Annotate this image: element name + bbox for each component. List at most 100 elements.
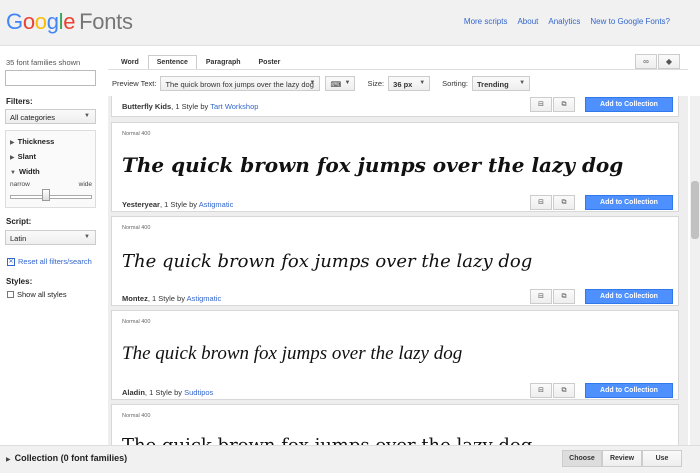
author-link[interactable]: Astigmatic xyxy=(187,294,222,303)
quick-use-icon[interactable]: ⊟ xyxy=(530,289,552,304)
review-button[interactable]: Review xyxy=(602,450,642,467)
collection-toggle[interactable]: ▶ Collection (0 font families) xyxy=(6,453,127,463)
preview-text-value: The quick brown fox jumps over the lazy … xyxy=(165,80,314,89)
link-more-scripts[interactable]: More scripts xyxy=(464,17,508,26)
pop-out-icon[interactable]: ⧉ xyxy=(553,195,575,210)
pop-out-icon[interactable]: ⧉ xyxy=(553,289,575,304)
tab-poster[interactable]: Poster xyxy=(250,55,290,70)
sorting-select[interactable]: Trending ▼ xyxy=(472,76,531,91)
link-analytics[interactable]: Analytics xyxy=(548,17,580,26)
link-new-to-google-fonts[interactable]: New to Google Fonts? xyxy=(590,17,670,26)
font-styles: , 1 Style by xyxy=(171,102,211,111)
tab-sentence[interactable]: Sentence xyxy=(147,55,197,70)
quick-use-icon[interactable]: ⊟ xyxy=(530,383,552,398)
preview-text-select[interactable]: The quick brown fox jumps over the lazy … xyxy=(160,76,321,91)
pop-out-icon[interactable]: ⧉ xyxy=(553,383,575,398)
tab-word[interactable]: Word xyxy=(112,55,148,70)
font-list: Butterfly Kids, 1 Style by Tart Workshop… xyxy=(108,96,688,445)
chevron-down-icon: ▼ xyxy=(84,234,90,240)
search-input[interactable] xyxy=(5,70,96,86)
quick-use-icon[interactable]: ⊟ xyxy=(530,195,552,210)
font-count: 35 font families shown xyxy=(6,58,81,67)
size-value: 36 px xyxy=(393,80,413,89)
pop-out-icon[interactable]: ⧉ xyxy=(553,97,575,112)
keyboard-button[interactable]: ⌨ ▼ xyxy=(325,76,356,91)
font-sample: The quick brown fox jumps over the lazy … xyxy=(122,435,532,445)
font-meta: Yesteryear, 1 Style by Astigmatic xyxy=(122,200,233,209)
preview-text-label: Preview Text: xyxy=(112,79,157,88)
font-card-aladin: Normal 400 The quick brown fox jumps ove… xyxy=(111,310,679,400)
tab-paragraph[interactable]: Paragraph xyxy=(197,55,250,70)
header: Google Fonts More scripts About Analytics… xyxy=(0,0,700,46)
add-to-collection-button[interactable]: Add to Collection xyxy=(585,97,673,112)
style-label: Normal 400 xyxy=(122,413,151,419)
font-card-montez: Normal 400 The quick brown fox jumps ove… xyxy=(111,216,679,306)
chevron-down-icon: ▼ xyxy=(519,80,526,86)
style-label: Normal 400 xyxy=(122,319,151,325)
font-name: Butterfly Kids xyxy=(122,102,172,111)
font-name: Aladin xyxy=(122,388,145,397)
triangle-right-icon: ▶ xyxy=(10,155,15,161)
add-to-collection-button[interactable]: Add to Collection xyxy=(585,289,673,304)
logo-letter: g xyxy=(46,9,59,34)
scrollbar[interactable] xyxy=(690,96,700,445)
font-card-butterfly-kids: Butterfly Kids, 1 Style by Tart Workshop… xyxy=(111,96,679,117)
filter-thickness-label: Thickness xyxy=(17,137,55,146)
collection-label: Collection (0 font families) xyxy=(14,453,128,463)
checkbox-icon xyxy=(7,291,14,298)
font-meta: Aladin, 1 Style by Sudtipos xyxy=(122,388,213,397)
quick-use-icon[interactable]: ⊟ xyxy=(530,97,552,112)
filter-thickness[interactable]: ▶ Thickness xyxy=(10,137,54,146)
author-link[interactable]: Sudtipos xyxy=(184,388,213,397)
logo-letter: o xyxy=(34,9,47,34)
logo-letter: o xyxy=(22,9,35,34)
font-sample: The quick brown fox jumps over the lazy … xyxy=(122,251,533,272)
script-select[interactable]: Latin ▼ xyxy=(5,230,96,245)
filter-box: ▶ Thickness ▶ Slant ▼ Width narrow wide xyxy=(5,130,96,208)
show-all-styles-checkbox[interactable]: Show all styles xyxy=(7,290,67,299)
font-card-yesteryear: Normal 400 The quick brown fox jumps ove… xyxy=(111,122,679,212)
style-label: Normal 400 xyxy=(122,225,151,231)
sorting-value: Trending xyxy=(477,80,509,89)
font-sample: The quick brown fox jumps over the lazy … xyxy=(122,153,624,177)
font-meta: Montez, 1 Style by Astigmatic xyxy=(122,294,221,303)
author-link[interactable]: Astigmatic xyxy=(199,200,234,209)
link-about[interactable]: About xyxy=(517,17,538,26)
add-to-collection-button[interactable]: Add to Collection xyxy=(585,195,673,210)
use-button[interactable]: Use xyxy=(642,450,682,467)
narrow-label: narrow xyxy=(10,181,30,188)
font-styles: , 1 Style by xyxy=(144,388,185,397)
reset-filters-link[interactable]: ✕ Reset all filters/search xyxy=(7,257,92,266)
toolbar-divider xyxy=(108,69,688,70)
close-icon: ✕ xyxy=(7,257,15,266)
font-name: Yesteryear xyxy=(122,200,160,209)
link-icon[interactable]: ∞ xyxy=(635,54,657,69)
width-slider-track[interactable] xyxy=(10,195,92,199)
collection-footer: ▶ Collection (0 font families) Choose Rev… xyxy=(0,445,700,473)
triangle-down-icon: ▼ xyxy=(10,170,16,176)
google-fonts-logo[interactable]: Google Fonts xyxy=(6,9,133,35)
styles-label: Styles: xyxy=(6,277,33,286)
chevron-down-icon: ▼ xyxy=(309,80,316,86)
triangle-right-icon: ▶ xyxy=(10,140,15,146)
width-slider-thumb[interactable] xyxy=(42,189,50,201)
filter-width[interactable]: ▼ Width xyxy=(10,167,40,176)
script-label: Script: xyxy=(6,217,32,226)
choose-button[interactable]: Choose xyxy=(562,450,602,467)
preview-controls: Preview Text: The quick brown fox jumps … xyxy=(112,76,531,91)
add-to-collection-button[interactable]: Add to Collection xyxy=(585,383,673,398)
logo-fonts-word: Fonts xyxy=(79,9,133,34)
scrollbar-thumb[interactable] xyxy=(691,181,699,239)
category-select[interactable]: All categories ▼ xyxy=(5,109,96,124)
author-link[interactable]: Tart Workshop xyxy=(210,102,258,111)
font-sample: The quick brown fox jumps over the lazy … xyxy=(122,343,463,364)
filter-slant-label: Slant xyxy=(17,152,36,161)
toolbar: Word Sentence Paragraph Poster ∞ ◆ Previ… xyxy=(108,46,688,96)
font-styles: , 1 Style by xyxy=(159,200,199,209)
font-name: Montez xyxy=(122,294,148,303)
size-select[interactable]: 36 px ▼ xyxy=(388,76,431,91)
settings-icon[interactable]: ◆ xyxy=(658,54,680,69)
filter-slant[interactable]: ▶ Slant xyxy=(10,152,36,161)
chevron-down-icon: ▼ xyxy=(419,80,426,86)
top-links: More scripts About Analytics New to Goog… xyxy=(464,17,670,26)
